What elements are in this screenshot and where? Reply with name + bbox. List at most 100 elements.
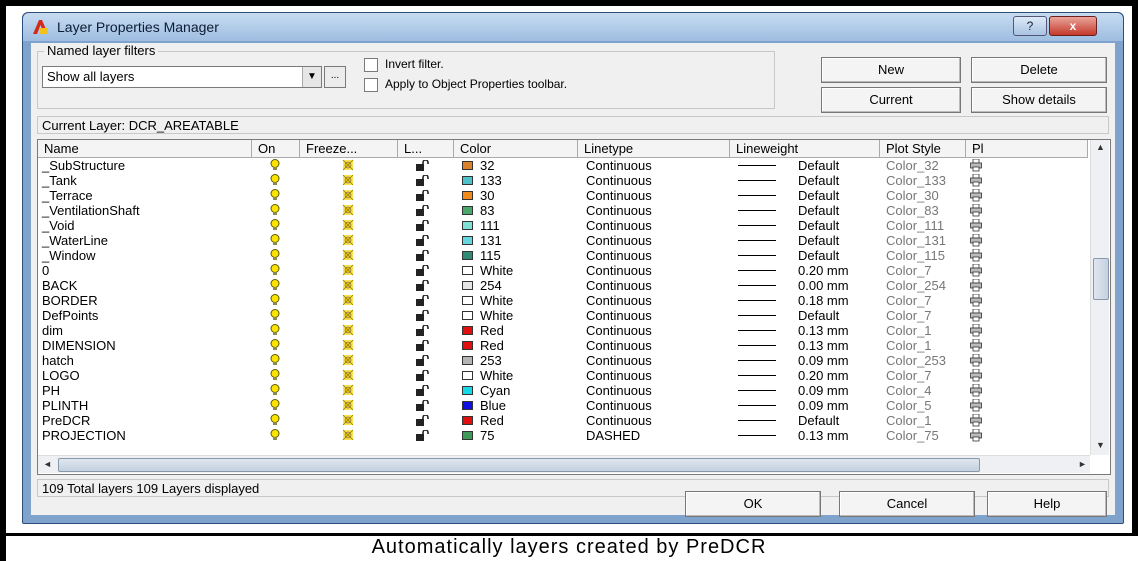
color-swatch[interactable]	[462, 341, 473, 350]
show-details-button[interactable]: Show details	[971, 87, 1107, 113]
color-swatch[interactable]	[462, 176, 473, 185]
layer-lineweight[interactable]: Default	[798, 203, 839, 218]
printer-icon[interactable]	[970, 369, 982, 382]
unlock-icon[interactable]	[416, 220, 430, 231]
layer-row[interactable]: PH Cyan Continuous 0.09 mm Color_4	[38, 383, 1088, 398]
layer-color-name[interactable]: 30	[480, 188, 494, 203]
layer-lineweight[interactable]: 0.18 mm	[798, 293, 849, 308]
lightbulb-icon[interactable]	[270, 159, 280, 171]
layer-row[interactable]: _Terrace 30 Continuous Default Color_30	[38, 188, 1088, 203]
printer-icon[interactable]	[970, 339, 982, 352]
scroll-up-icon[interactable]: ▲	[1096, 142, 1105, 152]
layer-lineweight[interactable]: 0.20 mm	[798, 368, 849, 383]
layer-row[interactable]: PreDCR Red Continuous Default Color_1	[38, 413, 1088, 428]
layer-lineweight[interactable]: 0.09 mm	[798, 383, 849, 398]
layer-row[interactable]: _Tank 133 Continuous Default Color_133	[38, 173, 1088, 188]
lightbulb-icon[interactable]	[270, 174, 280, 186]
column-header-lock[interactable]: L...	[398, 140, 454, 157]
unlock-icon[interactable]	[416, 415, 430, 426]
printer-icon[interactable]	[970, 204, 982, 217]
column-header-lineweight[interactable]: Lineweight	[730, 140, 880, 157]
printer-icon[interactable]	[970, 384, 982, 397]
sun-icon[interactable]	[342, 234, 354, 246]
printer-icon[interactable]	[970, 354, 982, 367]
layer-lineweight[interactable]: 0.13 mm	[798, 428, 849, 443]
layer-color-name[interactable]: 253	[480, 353, 502, 368]
layer-row[interactable]: _Window 115 Continuous Default Color_115	[38, 248, 1088, 263]
layer-color-name[interactable]: Red	[480, 413, 504, 428]
layer-row[interactable]: PLINTH Blue Continuous 0.09 mm Color_5	[38, 398, 1088, 413]
layer-row[interactable]: dim Red Continuous 0.13 mm Color_1	[38, 323, 1088, 338]
color-swatch[interactable]	[462, 356, 473, 365]
unlock-icon[interactable]	[416, 310, 430, 321]
color-swatch[interactable]	[462, 416, 473, 425]
layer-color-name[interactable]: Red	[480, 338, 504, 353]
layer-row[interactable]: _WaterLine 131 Continuous Default Color_131	[38, 233, 1088, 248]
unlock-icon[interactable]	[416, 190, 430, 201]
layer-lineweight[interactable]: Default	[798, 308, 839, 323]
color-swatch[interactable]	[462, 191, 473, 200]
lightbulb-icon[interactable]	[270, 294, 280, 306]
layer-linetype[interactable]: Continuous	[586, 278, 652, 293]
layer-row[interactable]: BACK 254 Continuous 0.00 mm Color_254	[38, 278, 1088, 293]
printer-icon[interactable]	[970, 174, 982, 187]
color-swatch[interactable]	[462, 251, 473, 260]
printer-icon[interactable]	[970, 189, 982, 202]
layer-lineweight[interactable]: 0.13 mm	[798, 323, 849, 338]
layer-color-name[interactable]: Cyan	[480, 383, 510, 398]
layer-linetype[interactable]: Continuous	[586, 368, 652, 383]
lightbulb-icon[interactable]	[270, 264, 280, 276]
printer-icon[interactable]	[970, 264, 982, 277]
layer-lineweight[interactable]: Default	[798, 173, 839, 188]
lightbulb-icon[interactable]	[270, 234, 280, 246]
lightbulb-icon[interactable]	[270, 354, 280, 366]
column-header-on[interactable]: On	[252, 140, 300, 157]
sun-icon[interactable]	[342, 414, 354, 426]
unlock-icon[interactable]	[416, 400, 430, 411]
unlock-icon[interactable]	[416, 265, 430, 276]
layer-linetype[interactable]: Continuous	[586, 338, 652, 353]
printer-icon[interactable]	[970, 234, 982, 247]
sun-icon[interactable]	[342, 264, 354, 276]
lightbulb-icon[interactable]	[270, 339, 280, 351]
sun-icon[interactable]	[342, 294, 354, 306]
sun-icon[interactable]	[342, 324, 354, 336]
layer-linetype[interactable]: Continuous	[586, 233, 652, 248]
sun-icon[interactable]	[342, 399, 354, 411]
apply-toolbar-checkbox[interactable]	[364, 78, 378, 92]
color-swatch[interactable]	[462, 206, 473, 215]
lightbulb-icon[interactable]	[270, 429, 280, 441]
layer-row[interactable]: 0 White Continuous 0.20 mm Color_7	[38, 263, 1088, 278]
layer-lineweight[interactable]: Default	[798, 218, 839, 233]
printer-icon[interactable]	[970, 249, 982, 262]
layer-linetype[interactable]: Continuous	[586, 383, 652, 398]
layer-linetype[interactable]: Continuous	[586, 248, 652, 263]
layer-color-name[interactable]: 111	[480, 218, 500, 233]
layer-row[interactable]: _SubStructure 32 Continuous Default Color_32	[38, 158, 1088, 173]
layer-row[interactable]: hatch 253 Continuous 0.09 mm Color_253	[38, 353, 1088, 368]
printer-icon[interactable]	[970, 219, 982, 232]
unlock-icon[interactable]	[416, 325, 430, 336]
column-header-linetype[interactable]: Linetype	[578, 140, 730, 157]
ok-button[interactable]: OK	[685, 491, 821, 517]
unlock-icon[interactable]	[416, 430, 430, 441]
close-button[interactable]: x	[1049, 16, 1097, 36]
layer-lineweight[interactable]: Default	[798, 248, 839, 263]
title-bar[interactable]: Layer Properties Manager ? x	[23, 13, 1123, 41]
delete-button[interactable]: Delete	[971, 57, 1107, 83]
title-help-button[interactable]: ?	[1013, 16, 1047, 36]
layer-row[interactable]: _Void 111 Continuous Default Color_111	[38, 218, 1088, 233]
layer-lineweight[interactable]: 0.09 mm	[798, 353, 849, 368]
filter-browse-button[interactable]: ...	[324, 66, 346, 88]
layer-color-name[interactable]: 83	[480, 203, 494, 218]
layer-color-name[interactable]: 133	[480, 173, 502, 188]
layer-linetype[interactable]: Continuous	[586, 263, 652, 278]
layer-linetype[interactable]: Continuous	[586, 413, 652, 428]
layer-row[interactable]: BORDER White Continuous 0.18 mm Color_7	[38, 293, 1088, 308]
color-swatch[interactable]	[462, 311, 473, 320]
layer-color-name[interactable]: White	[480, 308, 513, 323]
layer-color-name[interactable]: Red	[480, 323, 504, 338]
sun-icon[interactable]	[342, 339, 354, 351]
layer-lineweight[interactable]: Default	[798, 158, 839, 173]
invert-filter-checkbox[interactable]	[364, 58, 378, 72]
